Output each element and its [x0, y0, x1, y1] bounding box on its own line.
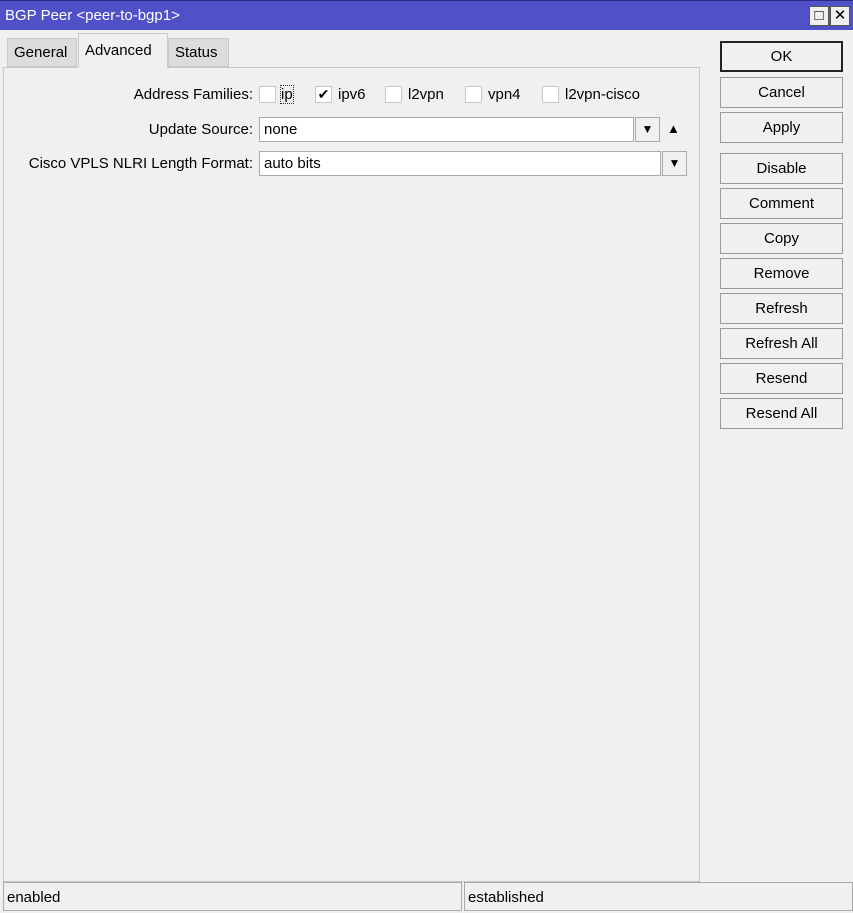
address-families-label: Address Families: — [133, 86, 253, 103]
refresh-button[interactable]: Refresh — [720, 293, 843, 324]
tab-status[interactable]: Status — [168, 38, 229, 67]
advanced-panel — [3, 67, 700, 882]
collapse-up-icon[interactable]: ▲ — [667, 121, 680, 136]
update-source-input[interactable]: none — [259, 117, 634, 142]
cisco-vpls-input[interactable]: auto bits — [259, 151, 661, 176]
remove-button[interactable]: Remove — [720, 258, 843, 289]
status-enabled: enabled — [3, 882, 462, 911]
copy-button[interactable]: Copy — [720, 223, 843, 254]
dropdown-arrow-icon[interactable]: ▼ — [635, 117, 660, 142]
checkbox-l2vpn-cisco[interactable] — [542, 86, 559, 103]
cancel-button[interactable]: Cancel — [720, 77, 843, 108]
checkbox-l2vpn[interactable] — [385, 86, 402, 103]
checkbox-l2vpn-label[interactable]: l2vpn — [408, 86, 444, 103]
maximize-icon[interactable]: □ — [809, 6, 829, 26]
checkbox-ipv6[interactable]: ✔ — [315, 86, 332, 103]
checkbox-ipv6-label[interactable]: ipv6 — [338, 86, 366, 103]
comment-button[interactable]: Comment — [720, 188, 843, 219]
close-icon[interactable]: ✕ — [830, 6, 850, 26]
checkbox-ip-label[interactable]: ip — [280, 85, 294, 104]
disable-button[interactable]: Disable — [720, 153, 843, 184]
checkbox-l2vpn-cisco-label[interactable]: l2vpn-cisco — [565, 86, 640, 103]
refresh-all-button[interactable]: Refresh All — [720, 328, 843, 359]
dropdown-arrow-icon[interactable]: ▼ — [662, 151, 687, 176]
update-source-label: Update Source: — [148, 121, 253, 138]
status-connection: established — [464, 882, 853, 911]
cisco-vpls-label: Cisco VPLS NLRI Length Format: — [28, 155, 253, 172]
window-title: BGP Peer <peer-to-bgp1> — [5, 7, 180, 24]
checkbox-ip[interactable] — [259, 86, 276, 103]
checkbox-vpn4[interactable] — [465, 86, 482, 103]
resend-button[interactable]: Resend — [720, 363, 843, 394]
resend-all-button[interactable]: Resend All — [720, 398, 843, 429]
ok-button[interactable]: OK — [720, 41, 843, 72]
apply-button[interactable]: Apply — [720, 112, 843, 143]
tab-general[interactable]: General — [7, 38, 77, 67]
tab-advanced[interactable]: Advanced — [78, 33, 168, 68]
checkbox-vpn4-label[interactable]: vpn4 — [488, 86, 521, 103]
